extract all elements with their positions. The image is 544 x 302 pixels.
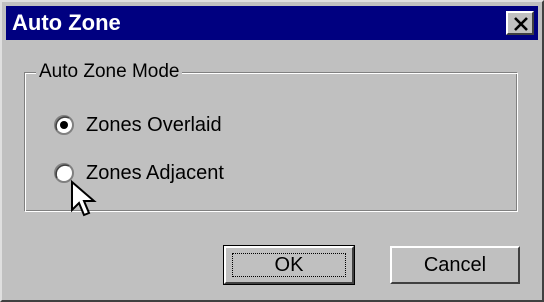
radio-selected-icon: [54, 115, 74, 135]
close-button[interactable]: [506, 11, 534, 35]
cancel-button-label: Cancel: [423, 254, 487, 276]
title-bar: Auto Zone: [6, 6, 538, 40]
auto-zone-mode-group: [24, 72, 518, 212]
ok-button[interactable]: OK: [223, 245, 355, 285]
group-legend: Auto Zone Mode: [36, 61, 183, 83]
focus-rect: [232, 253, 346, 277]
cancel-button[interactable]: Cancel: [390, 246, 520, 284]
mouse-pointer-icon: [71, 180, 97, 217]
auto-zone-dialog: Auto Zone Auto Zone Mode Zones Overlaid …: [0, 0, 544, 302]
dialog-title: Auto Zone: [12, 10, 121, 35]
close-icon: [514, 17, 528, 31]
radio-label-zones-adjacent: Zones Adjacent: [86, 162, 224, 184]
radio-label-zones-overlaid: Zones Overlaid: [86, 114, 222, 136]
